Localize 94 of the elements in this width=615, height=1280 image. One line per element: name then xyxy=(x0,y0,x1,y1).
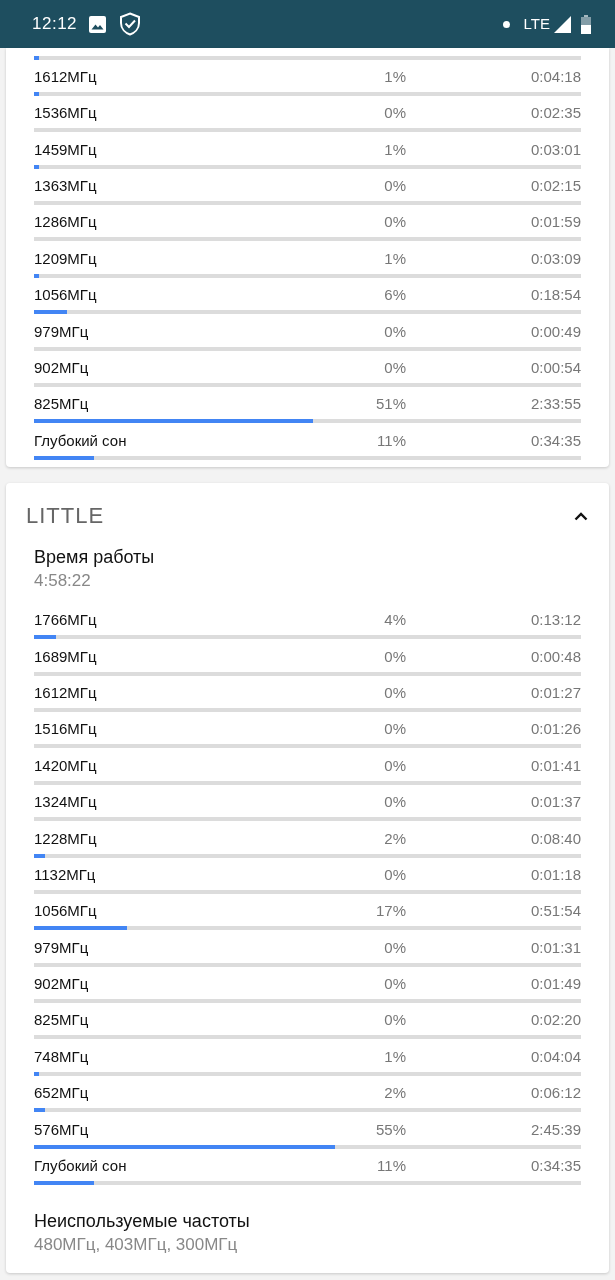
time-text: 0:03:09 xyxy=(530,248,581,269)
frequency-label: 1363МГц xyxy=(34,176,97,197)
time-text: 0:01:26 xyxy=(530,719,581,740)
uptime-value: 4:58:22 xyxy=(34,570,91,593)
time-text: 2:33:55 xyxy=(530,394,581,415)
time-text: 0:01:41 xyxy=(530,755,581,776)
time-text: 0:01:49 xyxy=(530,974,581,995)
frequency-label: 825МГц xyxy=(34,394,89,415)
percent-text: 1% xyxy=(384,66,406,87)
image-icon xyxy=(89,15,107,33)
time-text: 0:02:35 xyxy=(530,103,581,124)
frequency-label: 1459МГц xyxy=(34,139,97,160)
frequency-label: 1056МГц xyxy=(34,901,97,922)
percent-text: 2% xyxy=(384,828,406,849)
frequency-label: 1132МГц xyxy=(34,864,96,885)
frequency-label: 1286МГц xyxy=(34,212,97,233)
percent-text: 0% xyxy=(384,358,406,378)
percent-text: 0% xyxy=(384,646,406,667)
time-text: 0:06:12 xyxy=(530,1083,581,1104)
network-type-text: LTE xyxy=(523,13,550,34)
time-text: 0:34:35 xyxy=(530,1156,581,1177)
frequency-label: 652МГц xyxy=(34,1083,89,1104)
percent-text: 0% xyxy=(384,1010,406,1031)
time-text: 0:04:18 xyxy=(530,66,581,87)
time-text: 0:01:18 xyxy=(530,864,581,885)
percent-text: 0% xyxy=(384,176,406,197)
percent-text: 0% xyxy=(384,682,406,703)
shield-check-icon xyxy=(119,12,142,36)
frequency-label: 1209МГц xyxy=(34,248,97,269)
percent-text: 2% xyxy=(384,1083,406,1104)
frequency-label: 1056МГц xyxy=(34,285,97,306)
time-text: 0:00:54 xyxy=(530,358,581,378)
percent-text: 0% xyxy=(384,321,406,342)
frequency-label: Глубокий сон xyxy=(34,430,127,451)
percent-text: 6% xyxy=(384,285,406,306)
chevron-up-icon[interactable] xyxy=(574,511,588,521)
time-text: 0:01:59 xyxy=(530,212,581,233)
frequency-label: 1536МГц xyxy=(34,103,97,124)
time-text: 0:00:48 xyxy=(530,646,581,667)
time-text: 0:34:35 xyxy=(530,430,581,451)
cluster-title: LITTLE xyxy=(26,502,105,531)
percent-text: 0% xyxy=(384,937,406,958)
frequency-label: Глубокий сон xyxy=(34,1156,127,1177)
frequency-label: 1612МГц xyxy=(34,66,97,87)
time-text: 0:18:54 xyxy=(530,285,581,306)
percent-text: 0% xyxy=(384,792,406,813)
frequency-label: 902МГц xyxy=(34,358,89,378)
percent-text: 0% xyxy=(384,864,406,885)
unused-frequencies-value: 480МГц, 403МГц, 300МГц xyxy=(34,1234,238,1257)
percent-text: 1% xyxy=(384,1046,406,1067)
time-text: 0:03:01 xyxy=(530,139,581,160)
frequency-label: 1766МГц xyxy=(34,610,97,631)
frequency-label: 1516МГц xyxy=(34,719,97,740)
clock-text: 12:12 xyxy=(32,13,78,36)
percent-text: 0% xyxy=(384,974,406,995)
frequency-label: 1689МГц xyxy=(34,646,97,667)
percent-text: 0% xyxy=(384,755,406,776)
percent-text: 17% xyxy=(375,901,406,922)
percent-text: 0% xyxy=(384,103,406,124)
frequency-label: 1324МГц xyxy=(34,792,97,813)
time-text: 0:01:37 xyxy=(530,792,581,813)
time-text: 0:00:49 xyxy=(530,321,581,342)
battery-icon xyxy=(581,14,591,34)
time-text: 0:02:15 xyxy=(530,176,581,197)
uptime-label: Время работы xyxy=(34,546,155,570)
frequency-label: 902МГц xyxy=(34,974,89,995)
percent-text: 55% xyxy=(375,1119,406,1140)
frequency-label: 1228МГц xyxy=(34,828,97,849)
frequency-label: 1420МГц xyxy=(34,755,97,776)
percent-text: 11% xyxy=(377,1156,406,1177)
frequency-label: 1612МГц xyxy=(34,682,97,703)
frequency-label: 979МГц xyxy=(34,321,89,342)
time-text: 0:08:40 xyxy=(530,828,581,849)
unused-frequencies-label: Неиспользуемые частоты xyxy=(34,1210,250,1234)
time-text: 0:04:04 xyxy=(530,1046,581,1067)
frequency-label: 748МГц xyxy=(34,1046,89,1067)
percent-text: 0% xyxy=(384,212,406,233)
time-text: 0:02:20 xyxy=(530,1010,581,1031)
percent-text: 51% xyxy=(375,394,406,415)
time-text: 0:01:31 xyxy=(530,937,581,958)
frequency-label: 979МГц xyxy=(34,937,89,958)
time-text: 0:51:54 xyxy=(530,901,581,922)
percent-text: 0% xyxy=(384,719,406,740)
frequency-label: 576МГц xyxy=(34,1119,89,1140)
percent-text: 1% xyxy=(384,248,406,269)
percent-text: 1% xyxy=(384,139,406,160)
time-text: 2:45:39 xyxy=(530,1119,581,1140)
percent-text: 4% xyxy=(384,610,406,631)
signal-icon xyxy=(554,15,571,33)
dot-icon xyxy=(502,20,510,28)
frequency-label: 825МГц xyxy=(34,1010,89,1031)
time-text: 0:01:27 xyxy=(530,682,581,703)
time-text: 0:13:12 xyxy=(530,610,581,631)
percent-text: 11% xyxy=(377,430,406,451)
